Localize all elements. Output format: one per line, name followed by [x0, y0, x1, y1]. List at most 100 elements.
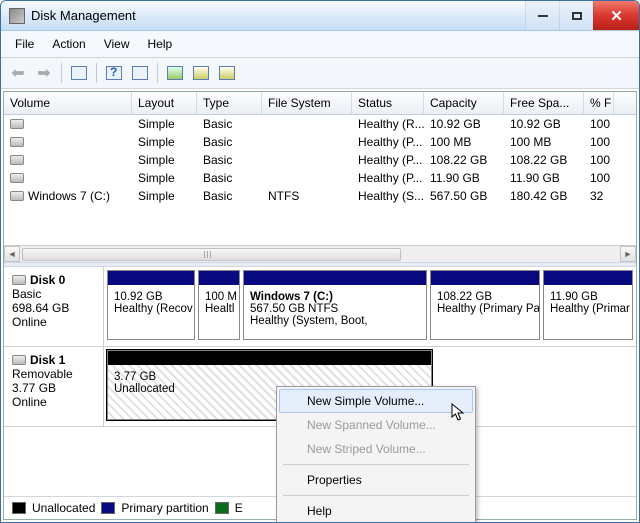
close-button[interactable]: ✕ — [593, 1, 639, 30]
col-percent[interactable]: % F — [584, 92, 614, 114]
disk-size: 698.64 GB — [12, 301, 95, 315]
toolbar-sep — [157, 63, 158, 83]
cell: Healthy (R... — [352, 116, 424, 132]
toolbar-icon-4[interactable] — [216, 62, 238, 84]
cell — [262, 152, 352, 168]
disk-type: Removable — [12, 367, 95, 381]
col-status[interactable]: Status — [352, 92, 424, 114]
cell: Healthy (P... — [352, 170, 424, 186]
volume-list-header[interactable]: Volume Layout Type File System Status Ca… — [4, 92, 636, 115]
menu-help[interactable]: Help — [140, 35, 181, 53]
cell: Basic — [197, 188, 262, 204]
cell — [262, 134, 352, 150]
col-filesystem[interactable]: File System — [262, 92, 352, 114]
ctx-separator — [283, 464, 469, 465]
legend-unallocated-label: Unallocated — [32, 501, 95, 515]
maximize-button[interactable] — [559, 1, 593, 30]
col-freespace[interactable]: Free Spa... — [504, 92, 584, 114]
cell: Simple — [132, 170, 197, 186]
col-type[interactable]: Type — [197, 92, 262, 114]
partition-bar — [544, 271, 632, 285]
volume-list[interactable]: Simple Basic Healthy (R... 10.92 GB 10.9… — [4, 115, 636, 245]
back-button[interactable]: ⬅ — [7, 62, 29, 84]
col-capacity[interactable]: Capacity — [424, 92, 504, 114]
disk-state: Online — [12, 315, 95, 329]
scroll-left-button[interactable]: ◄ — [4, 246, 20, 262]
partition[interactable]: 108.22 GB Healthy (Primary Pa — [430, 270, 540, 340]
disk-type: Basic — [12, 287, 95, 301]
cell: Healthy (P... — [352, 134, 424, 150]
cell: 32 — [584, 188, 614, 204]
toolbar: ⬅ ➡ — [1, 58, 639, 89]
partition-bar — [108, 351, 431, 365]
cell: 100 MB — [424, 134, 504, 150]
toolbar-sep — [61, 63, 62, 83]
toolbar-icon-3[interactable] — [190, 62, 212, 84]
cell: 10.92 GB — [424, 116, 504, 132]
cell — [262, 116, 352, 132]
partition-bar — [199, 271, 239, 285]
help-icon[interactable] — [103, 62, 125, 84]
cell: 10.92 GB — [504, 116, 584, 132]
cell: Simple — [132, 116, 197, 132]
volume-row[interactable]: Windows 7 (C:) Simple Basic NTFS Healthy… — [4, 187, 636, 205]
partition-status: Healthy (Primary Pa — [437, 303, 533, 315]
volume-row[interactable]: Simple Basic Healthy (P... 100 MB 100 MB… — [4, 133, 636, 151]
scroll-thumb[interactable] — [22, 248, 401, 261]
disk-management-window: Disk Management ✕ File Action View Help … — [0, 0, 640, 523]
partition[interactable]: 100 M Healtl — [198, 270, 240, 340]
col-volume[interactable]: Volume — [4, 92, 132, 114]
legend-extended-label: E — [235, 501, 243, 515]
menu-file[interactable]: File — [7, 35, 42, 53]
scroll-right-button[interactable]: ► — [620, 246, 636, 262]
menu-action[interactable]: Action — [44, 35, 93, 53]
cell: 108.22 GB — [424, 152, 504, 168]
cell: Healthy (P... — [352, 152, 424, 168]
cell: Basic — [197, 152, 262, 168]
partition-size: 10.92 GB — [114, 291, 188, 303]
menu-view[interactable]: View — [96, 35, 138, 53]
ctx-help[interactable]: Help — [279, 499, 473, 523]
cell: Simple — [132, 188, 197, 204]
cell: Basic — [197, 116, 262, 132]
horizontal-scrollbar[interactable]: ◄ ► — [4, 245, 636, 262]
refresh-icon[interactable] — [164, 62, 186, 84]
ctx-new-spanned-volume: New Spanned Volume... — [279, 413, 473, 437]
legend-extended-icon — [215, 502, 229, 514]
partition-title: Windows 7 (C:) — [250, 291, 420, 303]
ctx-new-simple-volume[interactable]: New Simple Volume... — [279, 389, 473, 413]
disk-size: 3.77 GB — [12, 381, 95, 395]
partition[interactable]: 11.90 GB Healthy (Primar — [543, 270, 633, 340]
toolbar-icon-2[interactable] — [129, 62, 151, 84]
disk-state: Online — [12, 395, 95, 409]
cell: 100 — [584, 134, 614, 150]
cell: NTFS — [262, 188, 352, 204]
title-bar[interactable]: Disk Management ✕ — [1, 1, 639, 31]
volume-row[interactable]: Simple Basic Healthy (P... 11.90 GB 11.9… — [4, 169, 636, 187]
partition[interactable]: Windows 7 (C:) 567.50 GB NTFS Healthy (S… — [243, 270, 427, 340]
volume-row[interactable]: Simple Basic Healthy (R... 10.92 GB 10.9… — [4, 115, 636, 133]
forward-button[interactable]: ➡ — [33, 62, 55, 84]
partition-size: 3.77 GB — [114, 371, 425, 383]
app-icon — [9, 8, 25, 24]
cell: 100 — [584, 116, 614, 132]
col-layout[interactable]: Layout — [132, 92, 197, 114]
partition-status: Healthy (Recov — [114, 303, 188, 315]
context-menu: New Simple Volume... New Spanned Volume.… — [276, 386, 476, 523]
legend-primary-label: Primary partition — [121, 501, 208, 515]
minimize-button[interactable] — [525, 1, 559, 30]
volume-row[interactable]: Simple Basic Healthy (P... 108.22 GB 108… — [4, 151, 636, 169]
partition-status: Healthy (Primar — [550, 303, 626, 315]
cell: 11.90 GB — [424, 170, 504, 186]
partition-size: 11.90 GB — [550, 291, 626, 303]
cell: 100 MB — [504, 134, 584, 150]
legend-primary-icon — [101, 502, 115, 514]
partition[interactable]: 10.92 GB Healthy (Recov — [107, 270, 195, 340]
toolbar-icon-1[interactable] — [68, 62, 90, 84]
window-buttons: ✕ — [525, 1, 639, 30]
drive-icon — [10, 155, 24, 165]
disk-info[interactable]: Disk 0 Basic 698.64 GB Online — [4, 267, 104, 346]
disk-info[interactable]: Disk 1 Removable 3.77 GB Online — [4, 347, 104, 426]
ctx-properties[interactable]: Properties — [279, 468, 473, 492]
disk-icon — [12, 275, 26, 285]
